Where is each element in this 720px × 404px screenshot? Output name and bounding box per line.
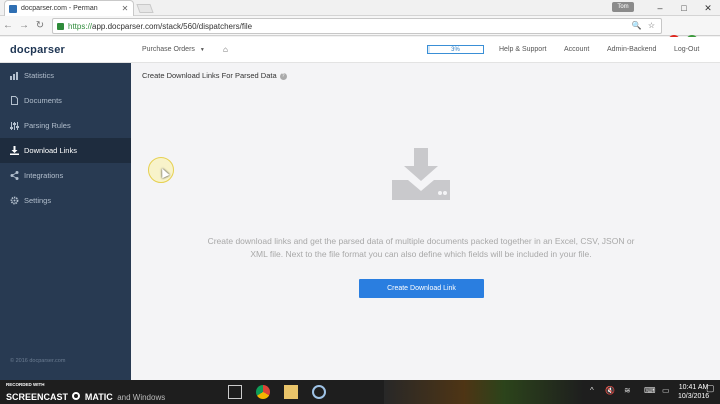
sidebar-item-label: Parsing Rules xyxy=(24,121,71,130)
page-title-text: Create Download Links For Parsed Data xyxy=(142,71,277,80)
sidebar-item-parsing-rules[interactable]: Parsing Rules xyxy=(0,113,131,138)
sidebar: Statistics Documents Parsing Rules Downl… xyxy=(0,63,131,380)
user-badge[interactable]: Tom xyxy=(612,2,634,12)
nav-help-support[interactable]: Help & Support xyxy=(499,46,546,53)
document-icon xyxy=(10,96,19,105)
new-tab-button[interactable] xyxy=(136,4,154,13)
docparser-favicon-icon xyxy=(9,4,17,13)
screen: docparser.com - Perman ✕ Tom – □ ✕ ← → ↻… xyxy=(0,0,720,404)
lock-icon xyxy=(57,22,64,30)
nav-account[interactable]: Account xyxy=(564,46,589,53)
sidebar-item-label: Documents xyxy=(24,96,62,105)
url-field[interactable]: https://app.docparser.com/stack/560/disp… xyxy=(52,18,662,34)
sidebar-item-documents[interactable]: Documents xyxy=(0,88,131,113)
task-view-icon[interactable] xyxy=(228,385,242,399)
create-download-link-button[interactable]: Create Download Link xyxy=(359,279,484,298)
sidebar-item-download-links[interactable]: Download Links xyxy=(0,138,131,163)
omnibox-actions: 🔍 ☆ xyxy=(632,21,655,30)
url-path: app.docparser.com/stack/560/dispatchers/… xyxy=(92,21,253,31)
notifications-icon[interactable]: ▢ xyxy=(706,383,715,394)
zoom-icon[interactable]: 🔍 xyxy=(632,21,642,30)
screencast-o-icon xyxy=(72,391,81,400)
quota-progress-bar: 3% xyxy=(427,45,484,54)
quota-progress-text: 3% xyxy=(451,47,460,53)
url-text: https://app.docparser.com/stack/560/disp… xyxy=(68,22,252,31)
docparser-logo[interactable]: docparser xyxy=(10,44,65,56)
app-header: docparser Purchase Orders ▼ ⌂ 3% Help & … xyxy=(0,37,720,63)
home-icon[interactable]: ⌂ xyxy=(223,45,228,54)
share-icon xyxy=(10,171,19,180)
taskbar-clock[interactable]: 10:41 AM 10/3/2016 xyxy=(678,383,709,401)
address-bar-row: ← → ↻ https://app.docparser.com/stack/56… xyxy=(0,16,720,47)
stack-selector[interactable]: Purchase Orders ▼ xyxy=(142,46,205,53)
watermark-recorded-with: RECORDED WITH xyxy=(6,382,45,387)
copyright-text: © 2016 docparser.com xyxy=(10,358,66,364)
sidebar-item-integrations[interactable]: Integrations xyxy=(0,163,131,188)
watermark-screencast: SCREENCAST xyxy=(6,392,69,402)
wifi-icon[interactable]: ≋ xyxy=(624,386,631,395)
sidebar-item-label: Settings xyxy=(24,196,52,205)
minimize-button[interactable]: – xyxy=(648,0,672,16)
download-illustration-icon xyxy=(392,148,450,200)
clock-date: 10/3/2016 xyxy=(678,393,710,400)
sidebar-item-label: Statistics xyxy=(24,71,55,80)
back-icon[interactable]: ← xyxy=(0,20,16,31)
keyboard-icon[interactable]: ⌨ xyxy=(644,386,656,395)
watermark-rest: and Windows xyxy=(117,393,166,402)
window-controls: – □ ✕ xyxy=(648,0,720,16)
watermark-matic: MATIC xyxy=(84,392,113,402)
url-scheme: https:// xyxy=(68,21,93,31)
help-icon[interactable]: ? xyxy=(279,72,287,80)
tab-title: docparser.com - Perman xyxy=(21,5,98,12)
caret-down-icon: ▼ xyxy=(199,47,205,53)
nav-log-out[interactable]: Log-Out xyxy=(674,46,699,53)
sidebar-item-settings[interactable]: Settings xyxy=(0,188,131,213)
reload-icon[interactable]: ↻ xyxy=(32,20,48,31)
close-window-button[interactable]: ✕ xyxy=(696,0,720,16)
close-tab-icon[interactable]: ✕ xyxy=(121,4,129,13)
nav-admin-backend[interactable]: Admin-Backend xyxy=(607,46,656,53)
volume-muted-icon[interactable]: 🔇 xyxy=(605,386,615,395)
main-content: Create Download Links For Parsed Data? C… xyxy=(131,63,720,380)
browser-tab[interactable]: docparser.com - Perman ✕ xyxy=(4,0,134,16)
bookmark-star-icon[interactable]: ☆ xyxy=(648,21,655,30)
sliders-icon xyxy=(10,121,19,130)
app-taskbar-icon[interactable] xyxy=(312,385,326,399)
sidebar-item-label: Download Links xyxy=(24,146,77,155)
forward-icon[interactable]: → xyxy=(16,20,32,31)
tray-chevron-icon[interactable]: ^ xyxy=(590,386,594,395)
bar-chart-icon xyxy=(10,71,19,80)
maximize-button[interactable]: □ xyxy=(672,0,696,16)
gear-icon xyxy=(10,196,19,205)
chrome-taskbar-icon[interactable] xyxy=(256,385,270,399)
browser-tab-strip: docparser.com - Perman ✕ Tom – □ ✕ xyxy=(0,0,720,16)
action-center-icon[interactable]: ▭ xyxy=(662,386,670,395)
sidebar-item-label: Integrations xyxy=(24,171,64,180)
page-title: Create Download Links For Parsed Data? xyxy=(142,71,287,80)
file-explorer-icon[interactable] xyxy=(284,385,298,399)
taskbar-wallpaper xyxy=(384,380,584,404)
screencast-watermark: RECORDED WITH SCREENCAST MATIC and Windo… xyxy=(6,382,165,404)
windows-taskbar: RECORDED WITH SCREENCAST MATIC and Windo… xyxy=(0,380,720,404)
clock-time: 10:41 AM xyxy=(678,384,709,391)
sidebar-item-statistics[interactable]: Statistics xyxy=(0,63,131,88)
download-icon xyxy=(10,146,19,155)
empty-state-description: Create download links and get the parsed… xyxy=(207,236,635,259)
stack-selector-label: Purchase Orders xyxy=(142,46,195,53)
